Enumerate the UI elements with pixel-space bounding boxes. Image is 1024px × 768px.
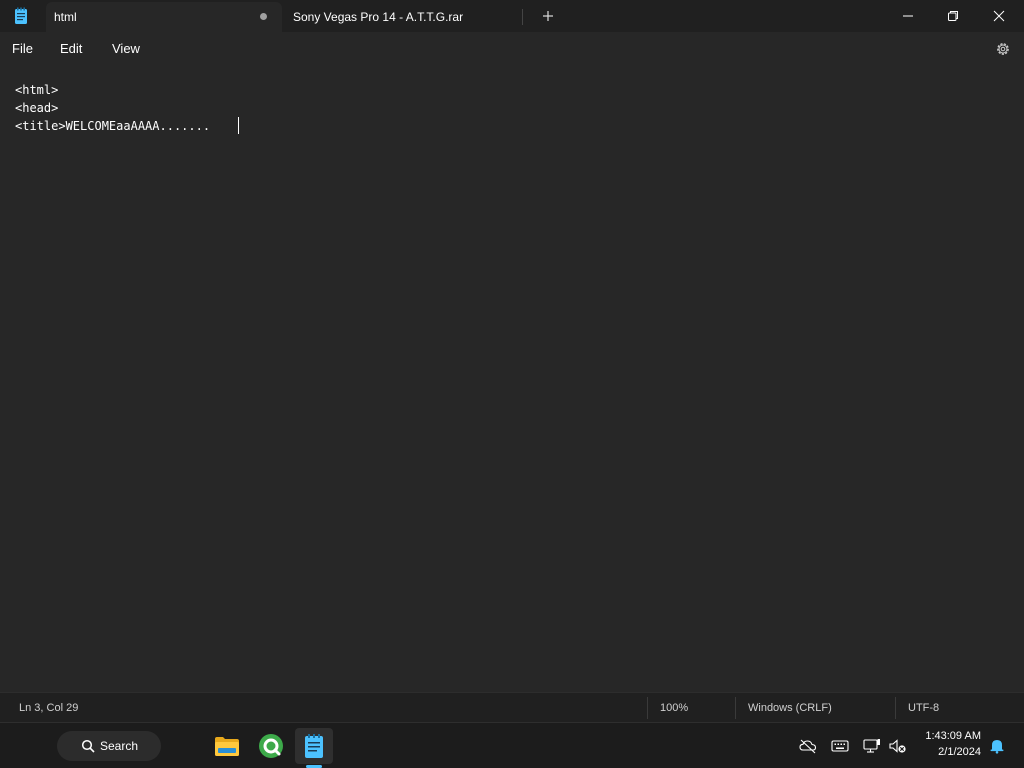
status-divider [647,697,648,719]
status-divider [735,697,736,719]
editor-line-3[interactable]: <title>WELCOMEaaAAAA....... [15,119,210,133]
menu-file[interactable]: File [12,41,33,56]
text-caret [238,117,239,134]
minimize-icon [903,15,913,17]
restore-button[interactable] [930,0,976,32]
text-editor[interactable]: <html> <head> <title>WELCOMEaaAAAA......… [0,66,1024,692]
taskbar-search[interactable]: Search [57,731,161,761]
encoding[interactable]: UTF-8 [908,702,939,714]
bell-icon [990,740,1004,754]
new-tab-button[interactable] [538,6,558,26]
maximize-icon [948,11,958,21]
taskbar-qbittorrent[interactable] [252,728,290,764]
onedrive-button[interactable] [799,738,817,754]
file-explorer-icon [215,737,239,756]
clock-date[interactable]: 2/1/2024 [905,746,981,758]
notepad-icon [305,734,323,758]
editor-line-2[interactable]: <head> [15,101,58,115]
title-bar: html Sony Vegas Pro 14 - A.T.T.G.rar [0,0,1024,32]
status-divider [895,697,896,719]
menu-bar: File Edit View [0,32,1024,66]
qbittorrent-icon [259,734,283,758]
menu-edit[interactable]: Edit [60,41,82,56]
taskbar: Search 1:43:09 AM 2/1/2024 [0,722,1024,768]
tab-sony-vegas[interactable]: Sony Vegas Pro 14 - A.T.T.G.rar [285,2,522,32]
tab-divider [522,9,523,25]
notepad-app-icon [14,7,28,25]
editor-line-1[interactable]: <html> [15,83,58,97]
close-icon [993,10,1005,22]
zoom-level[interactable]: 100% [660,702,688,714]
taskbar-notepad[interactable] [295,728,333,764]
status-bar: Ln 3, Col 29 100% Windows (CRLF) UTF-8 [0,692,1024,722]
line-ending[interactable]: Windows (CRLF) [748,702,832,714]
tab-html[interactable]: html [46,2,282,32]
keyboard-icon [831,740,849,752]
cursor-position: Ln 3, Col 29 [19,702,79,714]
taskbar-file-explorer[interactable] [208,728,246,764]
close-button[interactable] [976,0,1022,32]
menu-view[interactable]: View [112,41,140,56]
gear-icon [997,43,1009,55]
network-button[interactable] [863,738,881,754]
tab-label: html [54,10,77,24]
tab-label: Sony Vegas Pro 14 - A.T.T.G.rar [293,10,464,24]
search-icon [81,739,95,753]
network-icon [863,739,880,753]
notifications-button[interactable] [988,738,1006,754]
search-label: Search [100,739,139,753]
settings-button[interactable] [994,40,1012,58]
clock-time[interactable]: 1:43:09 AM [905,730,981,742]
cloud-off-icon [799,739,817,754]
minimize-button[interactable] [885,0,931,32]
touch-keyboard-button[interactable] [831,738,849,754]
plus-icon [543,11,553,21]
unsaved-indicator-icon[interactable] [260,13,267,20]
